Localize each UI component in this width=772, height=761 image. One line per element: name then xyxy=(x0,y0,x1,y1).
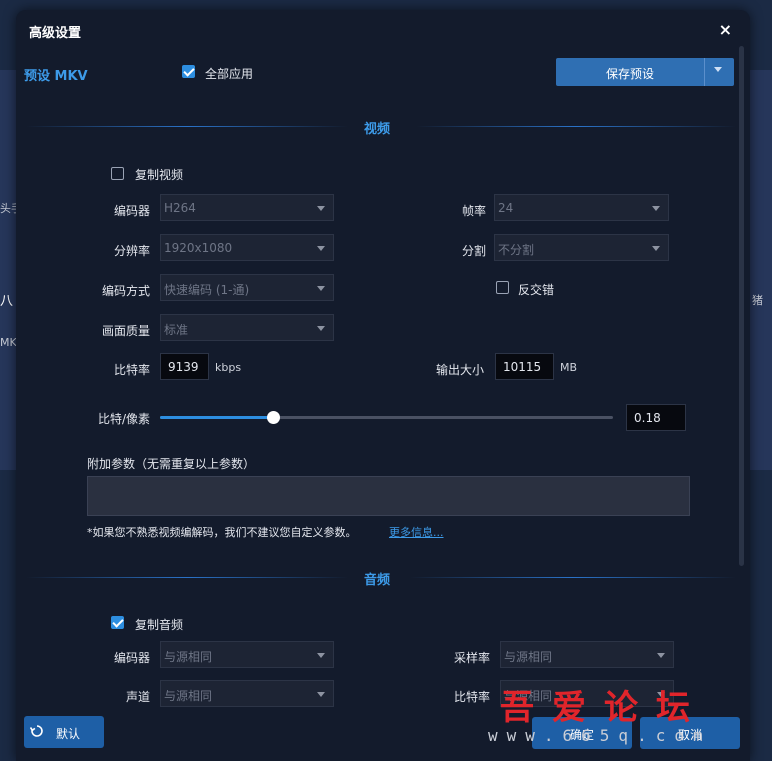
output-size-input[interactable]: 10115 xyxy=(495,353,554,380)
extra-params-label: 附加参数（无需重复以上参数） xyxy=(87,457,256,471)
more-info-link[interactable]: 更多信息... xyxy=(389,524,444,540)
audio-section-title: 音频 xyxy=(364,573,391,588)
bits-per-pixel-value: 0.18 xyxy=(634,411,661,425)
section-divider-left xyxy=(26,577,348,578)
audio-encoder-label: 编码器 xyxy=(113,651,150,665)
chevron-down-icon xyxy=(657,692,665,697)
quality-label: 画面质量 xyxy=(101,324,150,338)
video-encoder-select[interactable]: H264 xyxy=(160,194,334,221)
ok-button[interactable]: 确定 xyxy=(532,717,632,749)
resolution-select[interactable]: 1920x1080 xyxy=(160,234,334,261)
video-section-title: 视频 xyxy=(364,122,391,137)
split-value: 不分割 xyxy=(498,243,535,257)
audio-bitrate-value: 与源相同 xyxy=(504,689,553,703)
encode-mode-select[interactable]: 快速编码 (1-通) xyxy=(160,274,334,301)
bitrate-value: 9139 xyxy=(168,360,199,374)
preset-label: 预设 MKV xyxy=(24,69,88,84)
channel-label: 声道 xyxy=(125,690,150,704)
quality-value: 标准 xyxy=(164,323,189,337)
copy-audio-checkbox[interactable] xyxy=(111,616,124,629)
output-size-unit: MB xyxy=(560,361,578,374)
chevron-down-icon xyxy=(317,326,325,331)
samplerate-value: 与源相同 xyxy=(504,650,553,664)
apply-all-checkbox[interactable] xyxy=(182,65,195,78)
chevron-down-icon xyxy=(317,246,325,251)
bitrate-unit: kbps xyxy=(215,361,242,374)
channel-value: 与源相同 xyxy=(164,689,213,703)
copy-audio-label[interactable]: 复制音频 xyxy=(135,616,183,633)
apply-all-label[interactable]: 全部应用 xyxy=(205,65,253,82)
save-preset-label: 保存预设 xyxy=(605,67,654,81)
audio-encoder-select[interactable]: 与源相同 xyxy=(160,641,334,668)
cancel-button-label: 取消 xyxy=(677,728,702,742)
deinterlace-label[interactable]: 反交错 xyxy=(518,281,554,298)
samplerate-select[interactable]: 与源相同 xyxy=(500,641,674,668)
section-divider-right xyxy=(410,577,736,578)
bitrate-input[interactable]: 9139 xyxy=(160,353,209,380)
slider-handle[interactable] xyxy=(267,411,281,424)
framerate-label: 帧率 xyxy=(461,204,486,218)
default-button[interactable]: 默认 xyxy=(24,716,104,748)
quality-select[interactable]: 标准 xyxy=(160,314,334,341)
dialog-titlebar: 高级设置 × xyxy=(16,10,750,50)
chevron-down-icon xyxy=(657,653,665,658)
chevron-down-icon xyxy=(652,206,660,211)
copy-video-label[interactable]: 复制视频 xyxy=(135,166,183,183)
channel-select[interactable]: 与源相同 xyxy=(160,680,334,707)
bits-per-pixel-input[interactable]: 0.18 xyxy=(626,404,686,431)
encode-mode-label: 编码方式 xyxy=(101,284,150,298)
ok-button-label: 确定 xyxy=(569,728,594,742)
video-encoder-value: H264 xyxy=(164,201,196,215)
split-label: 分割 xyxy=(461,244,486,258)
resolution-label: 分辨率 xyxy=(113,244,150,258)
samplerate-label: 采样率 xyxy=(453,651,490,665)
extra-params-input[interactable] xyxy=(87,476,690,516)
advanced-settings-dialog: 高级设置 × 预设 MKV 全部应用 保存预设 视频 复制视频 编码器 H264… xyxy=(16,10,750,761)
bits-per-pixel-label: 比特/像素 xyxy=(97,412,150,426)
resolution-value: 1920x1080 xyxy=(164,241,233,255)
close-icon[interactable]: × xyxy=(719,20,732,39)
framerate-select[interactable]: 24 xyxy=(494,194,669,221)
background-text: MK xyxy=(0,336,17,349)
chevron-down-icon xyxy=(652,246,660,251)
chevron-down-icon xyxy=(317,206,325,211)
chevron-down-icon[interactable] xyxy=(714,67,722,72)
output-size-value: 10115 xyxy=(503,360,542,374)
output-size-label: 输出大小 xyxy=(435,363,484,377)
encoder-label: 编码器 xyxy=(113,204,150,218)
section-divider-right xyxy=(416,126,736,127)
chevron-down-icon xyxy=(317,692,325,697)
vertical-scrollbar[interactable] xyxy=(739,46,744,566)
audio-bitrate-select[interactable]: 与源相同 xyxy=(500,680,674,707)
split-select[interactable]: 不分割 xyxy=(494,234,669,261)
deinterlace-checkbox[interactable] xyxy=(496,281,509,294)
copy-video-checkbox[interactable] xyxy=(111,167,124,180)
section-divider-left xyxy=(26,126,348,127)
chevron-down-icon xyxy=(317,286,325,291)
background-app-strip xyxy=(0,70,16,470)
dialog-title: 高级设置 xyxy=(29,26,82,41)
chevron-down-icon xyxy=(317,653,325,658)
background-text: 猪 xyxy=(752,294,763,307)
encode-mode-value: 快速编码 (1-通) xyxy=(164,283,250,297)
save-preset-button[interactable]: 保存预设 xyxy=(556,58,734,86)
background-app-strip-right xyxy=(750,70,772,470)
button-divider xyxy=(704,58,705,86)
cancel-button[interactable]: 取消 xyxy=(640,717,740,749)
background-text: 八 xyxy=(0,294,14,309)
bitrate-label: 比特率 xyxy=(113,363,150,377)
reset-icon xyxy=(30,725,43,737)
audio-bitrate-label: 比特率 xyxy=(453,690,490,704)
framerate-value: 24 xyxy=(498,201,514,215)
default-button-label: 默认 xyxy=(56,727,81,741)
audio-encoder-value: 与源相同 xyxy=(164,650,213,664)
codec-warning-note: *如果您不熟悉视频编解码，我们不建议您自定义参数。 xyxy=(87,526,357,539)
slider-fill xyxy=(160,416,274,419)
